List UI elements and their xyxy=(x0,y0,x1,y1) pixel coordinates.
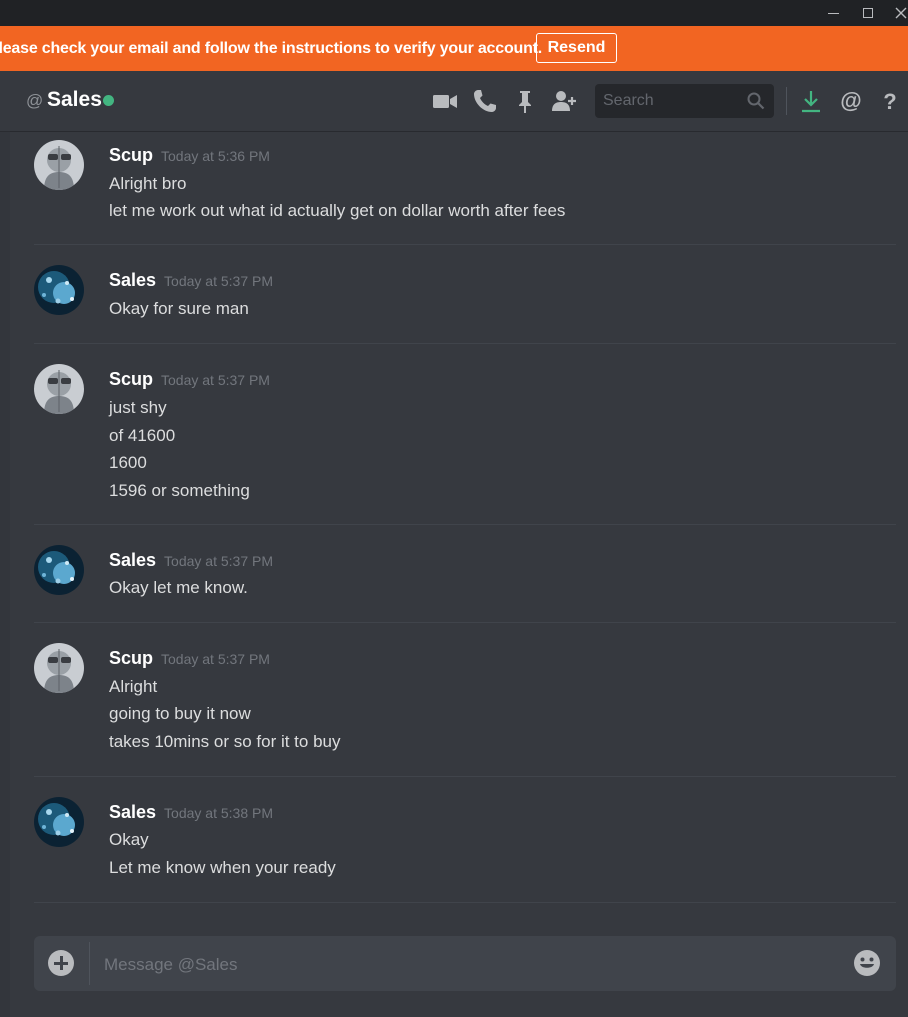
message-line: Let me know when your ready xyxy=(109,858,336,877)
maximize-button[interactable] xyxy=(851,0,885,26)
search-icon xyxy=(747,92,765,110)
message-line: Alright bro xyxy=(109,174,187,193)
search-placeholder: Search xyxy=(603,92,654,109)
verify-notice-bar: Please check your email and follow the i… xyxy=(0,26,908,71)
message-author[interactable]: Sales Today at 5:37 PM xyxy=(109,270,273,291)
mention-icon[interactable]: @ xyxy=(838,88,864,114)
message-line: just shy xyxy=(109,398,167,417)
online-status-icon xyxy=(103,95,114,106)
message-timestamp: Today at 5:38 PM xyxy=(164,805,273,821)
message-timestamp: Today at 5:37 PM xyxy=(161,651,270,667)
minimize-icon xyxy=(827,12,839,14)
avatar-sales[interactable] xyxy=(34,797,84,847)
verify-notice-text: Please check your email and follow the i… xyxy=(0,40,543,57)
video-icon[interactable] xyxy=(432,88,458,114)
message-line: 1596 or something xyxy=(109,481,250,500)
message-line: Alright xyxy=(109,677,158,696)
message-group: Scup Today at 5:36 PM Alright bro let me … xyxy=(34,140,896,245)
message-group: Scup Today at 5:37 PM Alright going to bu… xyxy=(34,643,896,777)
minimize-button[interactable] xyxy=(816,0,850,26)
message-author[interactable]: Scup Today at 5:37 PM xyxy=(109,369,270,390)
pin-icon[interactable] xyxy=(512,88,538,114)
message-line: Okay for sure man xyxy=(109,299,249,318)
message-author[interactable]: Sales Today at 5:37 PM xyxy=(109,550,273,571)
avatar-sales[interactable] xyxy=(34,265,84,315)
help-icon[interactable]: ? xyxy=(877,88,903,114)
avatar-scup[interactable] xyxy=(34,140,84,190)
message-author[interactable]: Scup Today at 5:36 PM xyxy=(109,145,270,166)
message-composer xyxy=(34,936,896,993)
resend-button[interactable]: Resend xyxy=(536,33,617,63)
emoji-icon[interactable] xyxy=(852,948,882,978)
message-line: 1600 xyxy=(109,453,147,472)
download-icon[interactable] xyxy=(798,88,824,114)
upload-plus-icon[interactable] xyxy=(48,950,74,976)
message-group: Sales Today at 5:37 PM Okay let me know. xyxy=(34,545,896,623)
dm-prefix: @ xyxy=(26,91,44,110)
message-line: Okay xyxy=(109,830,149,849)
message-group: Sales Today at 5:38 PM Okay Let me know w… xyxy=(34,797,896,903)
avatar-sales[interactable] xyxy=(34,545,84,595)
close-icon xyxy=(895,7,907,19)
message-timestamp: Today at 5:37 PM xyxy=(164,273,273,289)
message-line: let me work out what id actually get on … xyxy=(109,201,566,220)
search-box[interactable]: Search xyxy=(595,84,774,118)
maximize-icon xyxy=(863,8,873,18)
avatar-scup[interactable] xyxy=(34,364,84,414)
message-line: of 41600 xyxy=(109,426,176,445)
message-group: Sales Today at 5:37 PM Okay for sure man xyxy=(34,265,896,344)
message-timestamp: Today at 5:37 PM xyxy=(161,372,270,388)
message-timestamp: Today at 5:36 PM xyxy=(161,148,270,164)
message-input[interactable] xyxy=(102,936,846,993)
message-timestamp: Today at 5:37 PM xyxy=(164,553,273,569)
message-author[interactable]: Scup Today at 5:37 PM xyxy=(109,648,270,669)
composer-divider xyxy=(89,942,90,985)
message-author[interactable]: Sales Today at 5:38 PM xyxy=(109,802,273,823)
header-divider xyxy=(786,87,787,115)
svg-text:@: @ xyxy=(840,88,861,113)
message-line: going to buy it now xyxy=(109,704,251,723)
phone-icon[interactable] xyxy=(472,88,498,114)
channel-name: Sales xyxy=(47,88,102,111)
message-line: takes 10mins or so for it to buy xyxy=(109,732,341,751)
add-friend-icon[interactable] xyxy=(551,88,577,114)
message-group: Scup Today at 5:37 PM just shy of 41600 1… xyxy=(34,364,896,525)
svg-text:?: ? xyxy=(883,89,896,114)
window-titlebar xyxy=(0,0,908,26)
close-button[interactable] xyxy=(884,0,908,26)
avatar-scup[interactable] xyxy=(34,643,84,693)
message-line: Okay let me know. xyxy=(109,578,248,597)
left-edge-strip xyxy=(0,131,10,1017)
channel-header: @ Sales Search @ ? xyxy=(0,71,908,131)
